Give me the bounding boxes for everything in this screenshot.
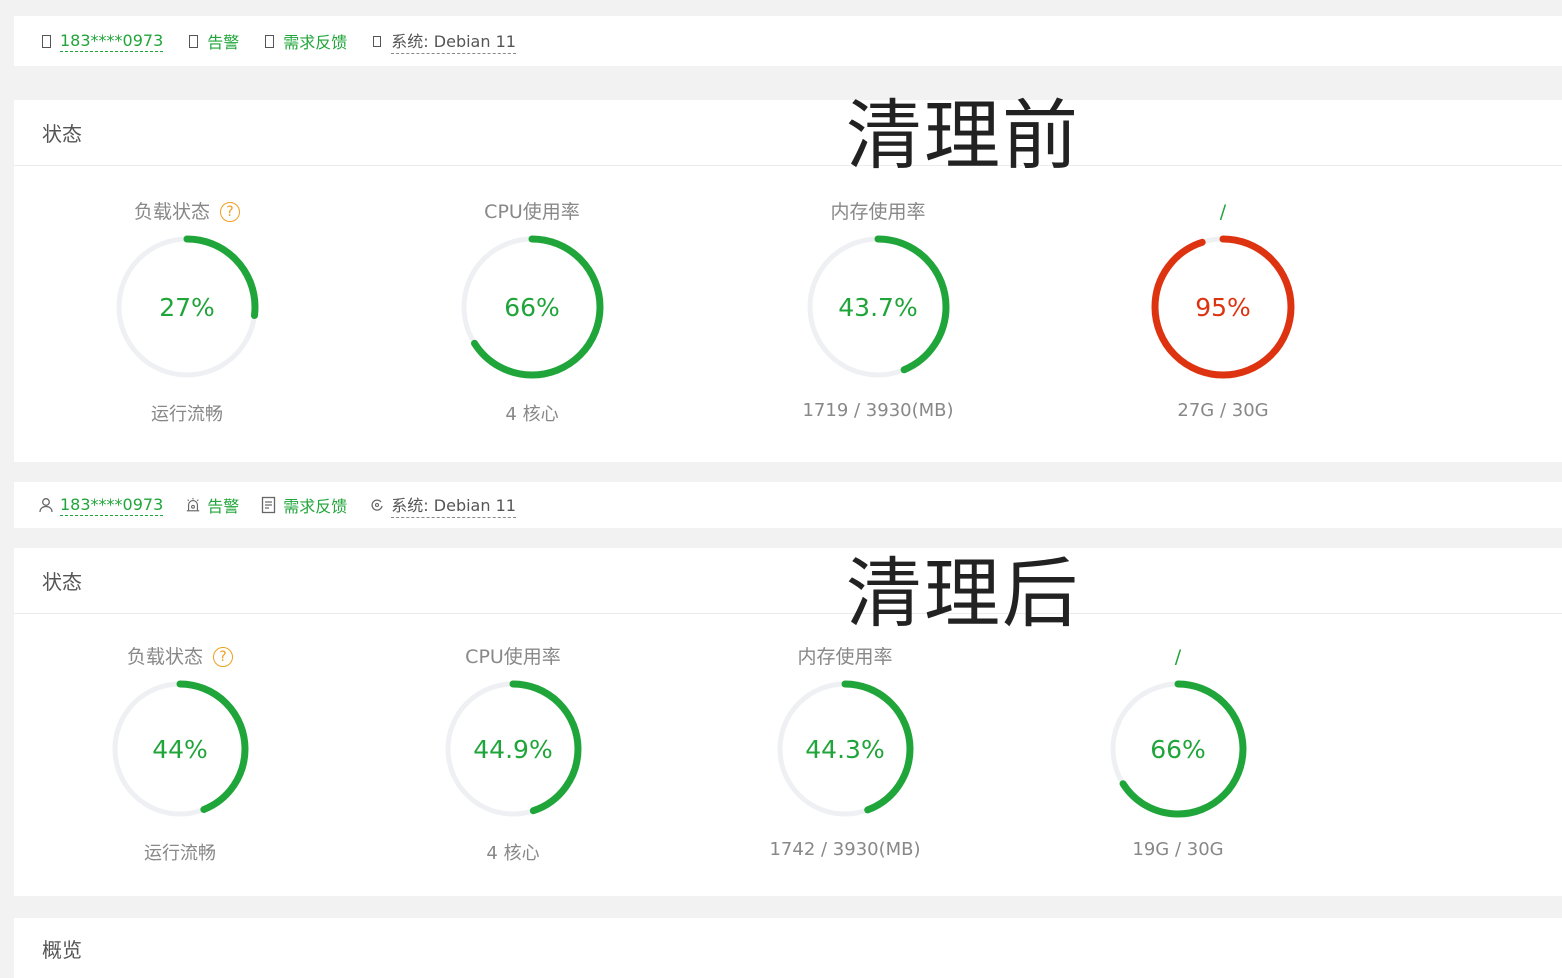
gauge-sub: 1719 / 3930(MB) xyxy=(802,400,954,421)
gauge-1: CPU使用率 66% 4 核心 xyxy=(422,198,642,426)
gauge-title: 内存使用率 xyxy=(768,198,988,226)
gauge-sub: 运行流畅 xyxy=(144,843,216,864)
gauge-title: 负载状态? xyxy=(77,198,297,226)
gauge-ring: 44.3% xyxy=(776,680,914,818)
user-phone[interactable]: 183****0973 xyxy=(60,31,164,52)
gauge-percent: 66% xyxy=(504,293,560,322)
feedback-link[interactable]: 需求反馈 xyxy=(261,29,347,53)
gauge-ring: 44.9% xyxy=(444,680,582,818)
user-icon xyxy=(38,497,54,513)
topbar-after: 183****0973 告警 需求反馈 系统: Debian 11 xyxy=(14,482,1562,528)
gauge-title: CPU使用率 xyxy=(403,643,623,671)
before-label: 清理前 xyxy=(846,91,1080,180)
gauge-ring: 95% xyxy=(1151,235,1295,379)
system-label: 系统: Debian 11 xyxy=(391,492,516,518)
system-label: 系统: Debian 11 xyxy=(391,28,516,54)
gauge-percent: 66% xyxy=(1150,735,1206,764)
alert-label[interactable]: 告警 xyxy=(207,29,239,53)
after-label: 清理后 xyxy=(846,549,1080,638)
gauge-ring: 66% xyxy=(460,235,604,379)
gauge-sub: 19G / 30G xyxy=(1132,839,1224,860)
summary-title: 概览 xyxy=(14,918,1562,978)
help-icon[interactable]: ? xyxy=(220,202,240,222)
gauge-title-text: 负载状态 xyxy=(133,201,210,223)
gauge-title: 负载状态? xyxy=(70,643,290,671)
gauge-title-text: CPU使用率 xyxy=(465,646,561,668)
gauge-0: 负载状态? 44% 运行流畅 xyxy=(70,643,290,865)
gauge-1: CPU使用率 44.9% 4 核心 xyxy=(403,643,623,865)
gauge-2: 内存使用率 43.7% 1719 / 3930(MB) xyxy=(768,198,988,421)
gauge-percent: 44% xyxy=(152,735,208,764)
help-icon[interactable]: ? xyxy=(213,647,233,667)
gauge-sub: 4 核心 xyxy=(505,404,559,425)
placeholder-box-icon xyxy=(185,33,201,49)
gauge-ring: 43.7% xyxy=(806,235,950,379)
alarm-icon xyxy=(185,497,201,513)
gauge-title: / xyxy=(1113,198,1333,226)
topbar-before: 183****0973 告警 需求反馈 系统: Debian 11 xyxy=(14,16,1562,66)
system-info: 系统: Debian 11 xyxy=(369,492,516,518)
gauge-percent: 44.3% xyxy=(805,735,884,764)
gauge-ring: 66% xyxy=(1109,680,1247,818)
gauge-ring: 44% xyxy=(111,680,249,818)
placeholder-box-icon xyxy=(38,33,54,49)
gauge-sub: 27G / 30G xyxy=(1177,400,1269,421)
placeholder-box-icon xyxy=(369,33,385,49)
gauge-percent: 95% xyxy=(1195,293,1251,322)
gauge-sub: 4 核心 xyxy=(486,843,540,864)
gauge-sub: 1742 / 3930(MB) xyxy=(769,839,921,860)
feedback-label[interactable]: 需求反馈 xyxy=(283,493,347,517)
status-title: 状态 xyxy=(14,100,1562,166)
gauge-ring: 27% xyxy=(115,235,259,379)
gauge-title-text: / xyxy=(1219,201,1227,223)
user-link[interactable]: 183****0973 xyxy=(38,495,164,516)
alert-label[interactable]: 告警 xyxy=(207,493,239,517)
gauge-sub: 运行流畅 xyxy=(151,404,223,425)
user-phone[interactable]: 183****0973 xyxy=(60,495,164,516)
alert-link[interactable]: 告警 xyxy=(185,493,239,517)
alert-link[interactable]: 告警 xyxy=(185,29,239,53)
feedback-link[interactable]: 需求反馈 xyxy=(261,493,347,517)
gauge-3: / 66% 19G / 30G xyxy=(1068,643,1288,860)
gauge-title: 内存使用率 xyxy=(735,643,955,671)
gauge-percent: 27% xyxy=(159,293,215,322)
feedback-icon xyxy=(261,496,277,514)
feedback-label[interactable]: 需求反馈 xyxy=(283,29,347,53)
gauge-title: CPU使用率 xyxy=(422,198,642,226)
status-title: 状态 xyxy=(14,548,1562,614)
system-icon xyxy=(369,497,385,513)
gauge-title-text: 内存使用率 xyxy=(830,201,926,223)
user-link[interactable]: 183****0973 xyxy=(38,31,164,52)
gauge-percent: 44.9% xyxy=(473,735,552,764)
gauge-percent: 43.7% xyxy=(838,293,917,322)
placeholder-box-icon xyxy=(261,33,277,49)
gauge-2: 内存使用率 44.3% 1742 / 3930(MB) xyxy=(735,643,955,860)
system-info: 系统: Debian 11 xyxy=(369,28,516,54)
gauge-0: 负载状态? 27% 运行流畅 xyxy=(77,198,297,426)
gauge-title-text: CPU使用率 xyxy=(484,201,580,223)
gauge-title-text: / xyxy=(1174,646,1182,668)
gauge-3: / 95% 27G / 30G xyxy=(1113,198,1333,421)
gauge-title-text: 负载状态 xyxy=(126,646,203,668)
gauge-title-text: 内存使用率 xyxy=(797,646,893,668)
gauge-title: / xyxy=(1068,643,1288,671)
